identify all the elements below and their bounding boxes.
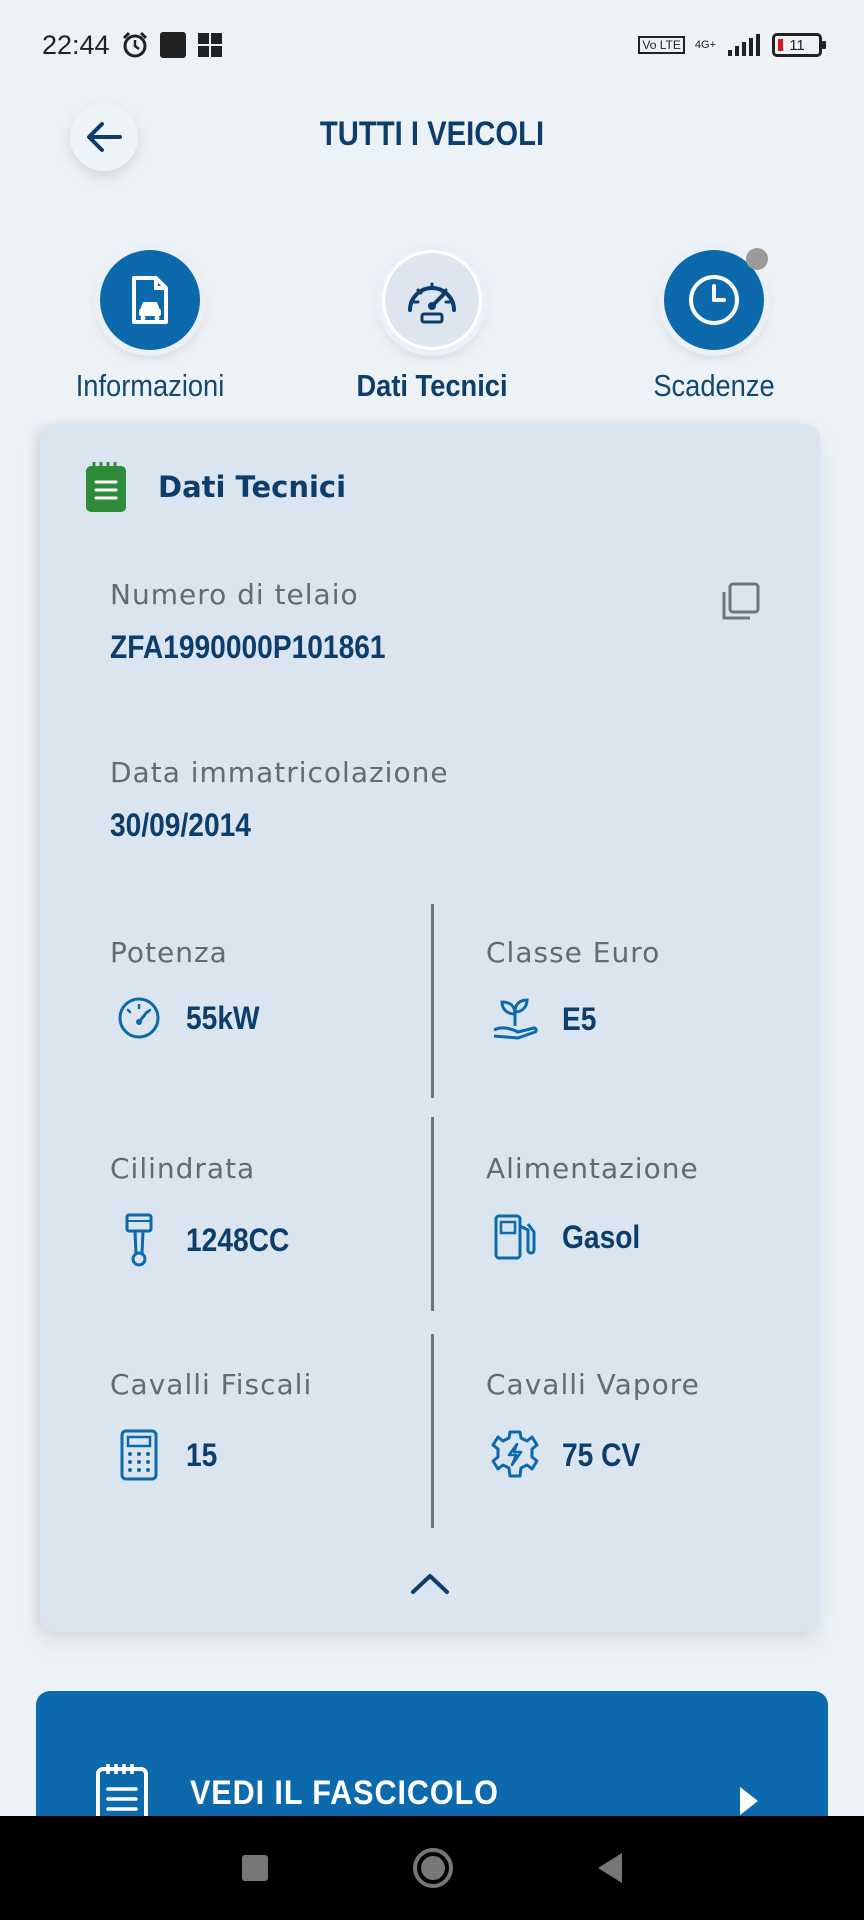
cta-label: VEDI IL FASCICOLO	[190, 1773, 499, 1812]
chevron-up-icon[interactable]	[407, 1568, 453, 1598]
spec-cilindrata: Cilindrata 1248CC	[110, 1152, 470, 1332]
piston-icon	[125, 1213, 153, 1267]
spec-label: Cilindrata	[110, 1152, 256, 1185]
clock-icon	[689, 275, 739, 325]
recents-button[interactable]	[242, 1855, 269, 1881]
signal-icon	[728, 34, 760, 56]
screen: 22:44 Vo LTE 4G+ 11 TUTTI I VEICOLI Info…	[0, 0, 864, 1920]
tab-label: Informazioni	[75, 368, 225, 403]
spec-label: Cavalli Vapore	[486, 1368, 700, 1401]
spec-value: 75 CV	[562, 1436, 641, 1473]
notepad-icon	[86, 462, 126, 512]
eco-plant-hand-icon	[493, 998, 538, 1040]
spec-value: Gasol	[562, 1218, 641, 1255]
registration-value: 30/09/2014	[110, 807, 251, 843]
gauge-icon	[118, 997, 160, 1039]
technical-data-card: Dati Tecnici Numero di telaio ZFA1990000…	[40, 424, 820, 1632]
battery-icon: 11	[772, 33, 826, 57]
battery-level: 11	[789, 36, 805, 54]
system-back-button[interactable]	[597, 1853, 622, 1883]
spec-potenza: Potenza 55kW	[110, 936, 470, 1116]
tab-label: Scadenze	[653, 368, 775, 403]
spec-value: E5	[562, 1000, 597, 1037]
tab-informazioni[interactable]: Informazioni	[30, 250, 270, 404]
spec-value: 15	[186, 1436, 218, 1473]
spec-label: Cavalli Fiscali	[110, 1368, 313, 1401]
vin-value: ZFA1990000P101861	[110, 629, 386, 665]
spec-value: 55kW	[186, 999, 260, 1036]
status-bar: 22:44 Vo LTE 4G+ 11	[0, 0, 864, 90]
status-time: 22:44	[42, 29, 110, 60]
card-title: Dati Tecnici	[158, 470, 347, 504]
tab-dati-tecnici[interactable]: Dati Tecnici	[312, 250, 552, 404]
card-header: Dati Tecnici	[84, 460, 346, 514]
triangle-right-icon	[740, 1787, 758, 1815]
notification-square-icon	[159, 32, 186, 58]
view-dossier-button[interactable]: VEDI IL FASCICOLO	[36, 1691, 828, 1831]
spec-label: Alimentazione	[486, 1152, 699, 1185]
notification-dot	[746, 248, 768, 270]
speedometer-icon	[408, 282, 456, 324]
volte-badge: Vo LTE	[638, 36, 685, 54]
spec-label: Potenza	[110, 936, 228, 969]
tab-label: Dati Tecnici	[356, 368, 508, 403]
spec-alimentazione: Alimentazione Gasol	[486, 1152, 846, 1332]
gallery-icon	[197, 33, 222, 57]
vin-label: Numero di telaio	[110, 578, 359, 611]
home-button[interactable]	[412, 1848, 453, 1888]
fuel-pump-icon	[494, 1214, 536, 1260]
car-document-icon	[132, 276, 168, 324]
registration-label: Data immatricolazione	[110, 756, 449, 789]
spec-cavalli-fiscali: Cavalli Fiscali 15	[110, 1368, 470, 1548]
spec-value: 1248CC	[186, 1221, 290, 1258]
copy-icon[interactable]	[718, 580, 762, 624]
spec-label: Classe Euro	[486, 936, 661, 969]
calculator-icon	[120, 1429, 158, 1481]
page-title: TUTTI I VEICOLI	[319, 115, 545, 153]
spec-classe-euro: Classe Euro E5	[486, 936, 846, 1116]
system-nav-bar	[0, 1816, 864, 1920]
spec-cavalli-vapore: Cavalli Vapore 75 CV	[486, 1368, 846, 1548]
engine-gear-icon	[491, 1430, 539, 1478]
network-type: 4G+	[694, 39, 716, 51]
alarm-icon	[122, 31, 147, 58]
tab-scadenze[interactable]: Scadenze	[594, 248, 834, 404]
